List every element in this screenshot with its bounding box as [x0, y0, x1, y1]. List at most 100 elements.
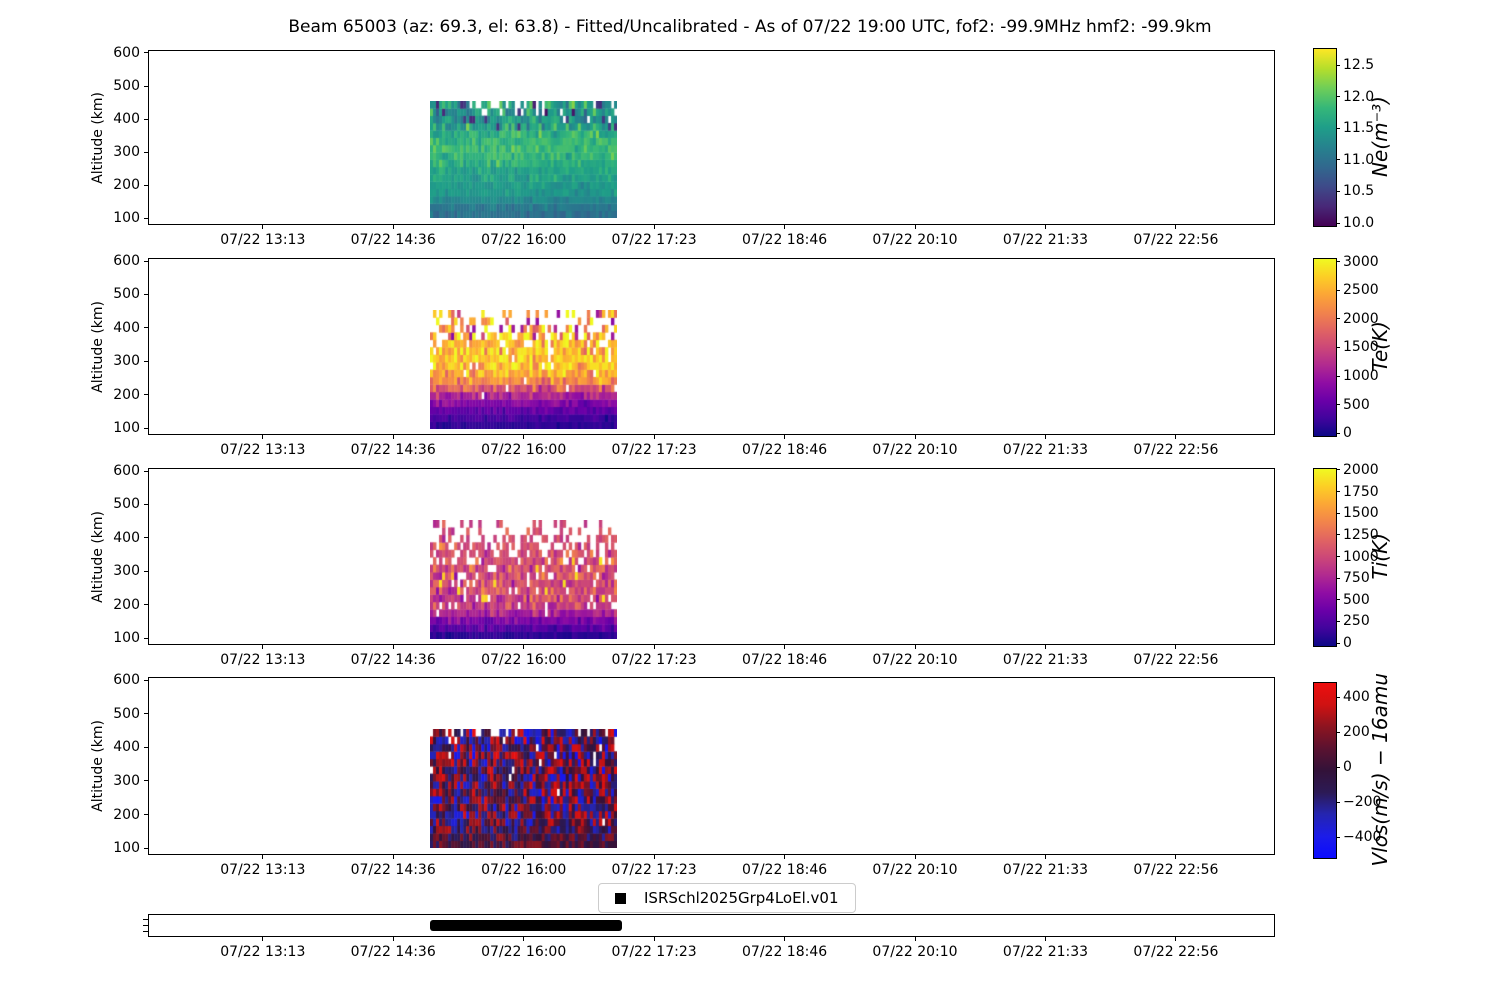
colorbar-tick-label: 500 — [1343, 396, 1370, 413]
colorbar-tick-label: 500 — [1343, 591, 1370, 608]
y-tick — [144, 713, 148, 715]
x-tick — [784, 645, 786, 649]
y-tick-label: 300 — [113, 563, 140, 580]
x-tick-label: 07/22 18:46 — [742, 652, 828, 668]
y-tick-label: 200 — [113, 596, 140, 613]
y-tick — [144, 637, 148, 639]
colorbar-tick — [1336, 375, 1340, 377]
colorbar-tick-label: 1000 — [1343, 368, 1379, 384]
x-tick-label: 07/22 13:13 — [220, 442, 306, 458]
colorbar-tick — [1336, 512, 1340, 514]
colorbar-tick-label: 1500 — [1343, 505, 1379, 522]
x-tick — [784, 225, 786, 229]
y-tick — [144, 570, 148, 572]
colorbar-tick — [1336, 766, 1340, 768]
x-tick — [1045, 435, 1046, 439]
x-tick — [1175, 435, 1177, 439]
x-tick-label: 07/22 21:33 — [1002, 652, 1089, 668]
y-tick-label: 500 — [113, 496, 140, 513]
colorbar-tick — [1336, 261, 1340, 263]
x-tick — [784, 855, 786, 859]
legend-label: ISRSchl2025Grp4LoEl.v01 — [644, 889, 839, 907]
legend: ISRSchl2025Grp4LoEl.v01 — [598, 883, 856, 913]
x-tick-label: 07/22 18:46 — [742, 862, 828, 878]
y-tick — [144, 85, 148, 87]
colorbar-tick — [1336, 491, 1340, 493]
x-tick-label: 07/22 22:56 — [1133, 944, 1219, 960]
colorbar-vlos — [1313, 682, 1337, 859]
colorbar-tick-label: 750 — [1343, 570, 1370, 587]
y-tick-label: 200 — [113, 386, 140, 403]
colorbar-tick — [1336, 599, 1340, 601]
x-tick-label: 07/22 16:00 — [481, 442, 567, 458]
y-tick-label: 300 — [113, 353, 140, 370]
x-tick — [523, 225, 525, 229]
colorbar-tick-label: 0 — [1343, 425, 1352, 441]
panel-vlos — [148, 677, 1275, 855]
colorbar-tick — [1336, 432, 1340, 434]
x-tick — [392, 225, 394, 229]
y-tick-label: 400 — [113, 111, 140, 128]
colorbar-tick-label: 1000 — [1343, 548, 1379, 565]
colorbar-tick — [1336, 836, 1340, 838]
x-tick-label: 07/22 18:46 — [742, 944, 828, 960]
x-tick-label: 07/22 20:10 — [872, 944, 958, 960]
timeline-panel — [148, 914, 1275, 937]
x-tick — [392, 855, 394, 859]
y-tick-label: 600 — [113, 44, 140, 61]
colorbar-tick-label: 1250 — [1343, 526, 1379, 543]
x-tick — [523, 937, 525, 941]
colorbar-tick — [1336, 556, 1340, 557]
x-tick — [1045, 937, 1046, 941]
colorbar-tick — [1336, 642, 1340, 644]
colorbar-tick — [1336, 731, 1340, 733]
x-tick-label: 07/22 16:00 — [481, 862, 567, 878]
y-tick — [144, 118, 148, 120]
y-tick-label: 200 — [113, 806, 140, 823]
colorbar-tick-label: 2000 — [1343, 461, 1379, 478]
x-tick-label: 07/22 17:23 — [611, 944, 697, 960]
heatmap-ne — [430, 100, 617, 218]
y-tick — [144, 217, 148, 219]
x-tick-label: 07/22 13:13 — [220, 652, 306, 668]
colorbar-tick-label: 10.0 — [1343, 215, 1375, 232]
y-tick-label: 500 — [113, 286, 140, 303]
y-tick-label: 400 — [113, 739, 140, 756]
x-tick — [523, 855, 525, 859]
y-tick-label: 400 — [113, 529, 140, 546]
colorbar-tick-label: 250 — [1343, 613, 1370, 630]
x-tick-label: 07/22 14:36 — [350, 652, 436, 668]
y-tick — [144, 52, 148, 54]
x-tick — [653, 225, 655, 229]
x-tick-label: 07/22 16:00 — [481, 652, 567, 668]
colorbar-tick — [1336, 577, 1340, 579]
y-tick-label: 600 — [113, 672, 140, 689]
x-tick-label: 07/22 22:56 — [1133, 652, 1219, 668]
x-tick-label: 07/22 21:33 — [1002, 944, 1089, 960]
x-tick-label: 07/22 20:10 — [872, 862, 958, 878]
y-axis-label-te: Altitude (km) — [90, 300, 106, 393]
y-tick — [144, 470, 148, 472]
y-tick — [144, 746, 148, 748]
panel-ti — [148, 468, 1275, 645]
colorbar-tick — [1336, 289, 1340, 291]
y-tick — [144, 780, 148, 782]
x-tick — [653, 645, 655, 649]
colorbar-tick-label: 1750 — [1343, 483, 1379, 500]
colorbar-tick-label: −400 — [1343, 829, 1382, 846]
y-tick-label: 600 — [113, 253, 140, 269]
colorbar-tick — [1336, 534, 1340, 536]
colorbar-tick — [1336, 801, 1340, 803]
colorbar-tick — [1336, 620, 1340, 622]
x-tick — [523, 435, 525, 439]
panel-te — [148, 258, 1275, 435]
x-tick — [914, 225, 916, 229]
colorbar-tick — [1336, 696, 1340, 698]
colorbar-tick-label: 11.0 — [1343, 151, 1375, 168]
x-tick — [1045, 645, 1046, 649]
colorbar-tick-label: 3000 — [1343, 253, 1379, 270]
timeline-y-tick — [143, 930, 148, 932]
x-tick — [914, 435, 916, 439]
y-tick-label: 600 — [113, 463, 140, 479]
y-tick — [144, 327, 148, 329]
